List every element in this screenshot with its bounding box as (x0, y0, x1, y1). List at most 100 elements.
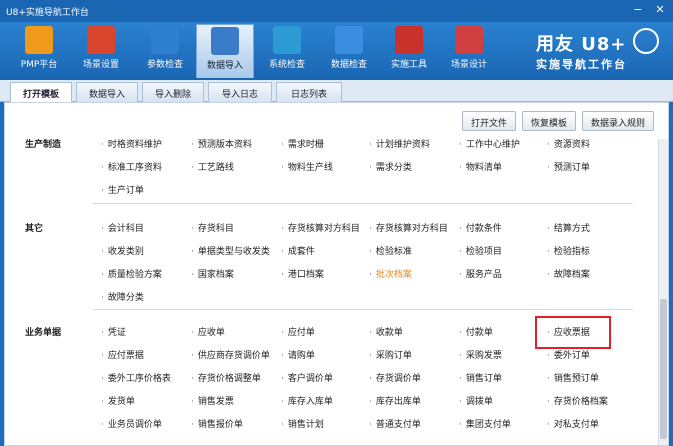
template-link[interactable]: 故障分类 (101, 290, 144, 303)
template-link[interactable]: 销售计划 (281, 417, 324, 430)
action-buttons: 打开文件 恢复模板 数据录入规则 (461, 111, 654, 131)
toolbar-button-5[interactable]: 系统检查 (258, 24, 316, 78)
template-link[interactable]: 物料清单 (459, 160, 502, 173)
template-link[interactable]: 故障档案 (547, 267, 590, 280)
template-link[interactable]: 销售发票 (191, 394, 234, 407)
toolbar-icon-5 (273, 26, 301, 54)
toolbar-button-1[interactable]: PMP平台 (10, 24, 68, 78)
section-title: 业务单据 (25, 328, 62, 338)
template-link[interactable]: 存货调价单 (369, 371, 421, 384)
template-link[interactable]: 港口档案 (281, 267, 324, 280)
title-bar: U8+实施导航工作台 − ✕ (0, 0, 673, 22)
scrollbar-thumb[interactable] (660, 299, 667, 439)
template-link[interactable]: 时格资料维护 (101, 137, 162, 150)
template-link[interactable]: 付款条件 (459, 221, 502, 234)
template-link[interactable]: 需求时栅 (281, 137, 324, 150)
toolbar-button-2[interactable]: 场景设置 (72, 24, 130, 78)
toolbar-icon-2 (87, 26, 115, 54)
template-link[interactable]: 采购发票 (459, 348, 502, 361)
tab-2[interactable]: 数据导入 (76, 82, 138, 102)
toolbar-button-8[interactable]: 场景设计 (440, 24, 498, 78)
template-link[interactable]: 委外工序价格表 (101, 371, 171, 384)
template-link[interactable]: 质量检验方案 (101, 267, 162, 280)
toolbar-button-4[interactable]: 数据导入 (196, 24, 254, 78)
template-link[interactable]: 库存入库单 (281, 394, 333, 407)
template-link[interactable]: 计划维护资料 (369, 137, 430, 150)
template-link[interactable]: 付款单 (459, 325, 493, 338)
toolbar-icon-8 (455, 26, 483, 54)
template-link[interactable]: 批次档案 (369, 267, 412, 280)
vertical-scrollbar[interactable] (658, 139, 668, 445)
template-link[interactable]: 对私支付单 (547, 417, 599, 430)
tab-4[interactable]: 导入日志 (208, 82, 272, 102)
window-controls: − ✕ (631, 3, 667, 17)
template-link[interactable]: 检验项目 (459, 244, 502, 257)
tab-bar: 打开模板 数据导入 导入删除 导入日志 日志列表 (0, 80, 673, 103)
template-link[interactable]: 凭证 (101, 325, 126, 338)
toolbar-button-3[interactable]: 参数检查 (136, 24, 194, 78)
template-link[interactable]: 请购单 (281, 348, 315, 361)
template-link[interactable]: 存货价格调整单 (191, 371, 261, 384)
template-link[interactable]: 供应商存货调价单 (191, 348, 270, 361)
template-link[interactable]: 检验标准 (369, 244, 412, 257)
template-link[interactable]: 物料生产线 (281, 160, 333, 173)
template-panel: 打开文件恢复模板数据录入规则 生产制造 时格资料维护 预测版本资料 需求时栅 计划维护资… (4, 102, 669, 446)
template-link[interactable]: 业务员调价单 (101, 417, 162, 430)
template-link[interactable]: 存货核算对方科目 (369, 221, 448, 234)
template-link[interactable]: 服务产品 (459, 267, 502, 280)
template-link[interactable]: 收款单 (369, 325, 403, 338)
template-link[interactable]: 普通支付单 (369, 417, 421, 430)
toolbar-icon-4 (211, 27, 239, 55)
template-link[interactable]: 应付票据 (101, 348, 144, 361)
action-button-2[interactable]: 恢复模板 (521, 111, 576, 131)
template-link[interactable]: 存货核算对方科目 (281, 221, 360, 234)
brand-clock-icon (633, 28, 659, 54)
template-link[interactable]: 库存出库单 (369, 394, 421, 407)
section-divider (93, 203, 633, 204)
template-link[interactable]: 收发类别 (101, 244, 144, 257)
action-button-1[interactable]: 打开文件 (461, 111, 516, 131)
section-title: 其它 (25, 224, 44, 234)
template-link[interactable]: 预测订单 (547, 160, 590, 173)
template-link[interactable]: 委外订单 (547, 348, 590, 361)
template-link[interactable]: 应收票据 (547, 325, 590, 338)
template-link[interactable]: 应付单 (281, 325, 315, 338)
toolbar-button-6[interactable]: 数据检查 (320, 24, 378, 78)
template-link[interactable]: 结算方式 (547, 221, 590, 234)
template-link[interactable]: 销售预订单 (547, 371, 599, 384)
tab-3[interactable]: 导入删除 (142, 82, 204, 102)
template-link[interactable]: 标准工序资料 (101, 160, 162, 173)
template-link[interactable]: 集团支付单 (459, 417, 511, 430)
template-link[interactable]: 成套件 (281, 244, 315, 257)
template-link[interactable]: 客户调价单 (281, 371, 333, 384)
toolbar-button-7[interactable]: 实施工具 (380, 24, 438, 78)
template-link[interactable]: 调拨单 (459, 394, 493, 407)
template-link[interactable]: 工艺路线 (191, 160, 234, 173)
close-icon[interactable]: ✕ (653, 3, 667, 17)
template-link[interactable]: 资源资料 (547, 137, 590, 150)
template-link[interactable]: 单据类型与收发类 (191, 244, 270, 257)
template-link[interactable]: 存货价格档案 (547, 394, 608, 407)
toolbar-label: PMP平台 (20, 60, 58, 70)
template-link[interactable]: 需求分类 (369, 160, 412, 173)
template-link[interactable]: 国家档案 (191, 267, 234, 280)
tab-1[interactable]: 打开模板 (10, 82, 72, 103)
window-title: U8+实施导航工作台 (6, 8, 89, 18)
template-link[interactable]: 存货科目 (191, 221, 234, 234)
toolbar-label: 场景设置 (82, 60, 119, 70)
template-link[interactable]: 会计科目 (101, 221, 144, 234)
tab-5[interactable]: 日志列表 (276, 82, 342, 102)
template-link[interactable]: 采购订单 (369, 348, 412, 361)
minimize-icon[interactable]: − (631, 3, 645, 17)
template-link[interactable]: 销售订单 (459, 371, 502, 384)
template-link[interactable]: 应收单 (191, 325, 225, 338)
template-link[interactable]: 检验指标 (547, 244, 590, 257)
template-link[interactable]: 工作中心维护 (459, 137, 520, 150)
template-link[interactable]: 预测版本资料 (191, 137, 252, 150)
section-divider (93, 309, 633, 310)
toolbar-label: 场景设计 (450, 60, 487, 70)
template-link[interactable]: 发货单 (101, 394, 135, 407)
action-button-3[interactable]: 数据录入规则 (581, 111, 654, 131)
template-link[interactable]: 生产订单 (101, 183, 144, 196)
template-link[interactable]: 销售报价单 (191, 417, 243, 430)
